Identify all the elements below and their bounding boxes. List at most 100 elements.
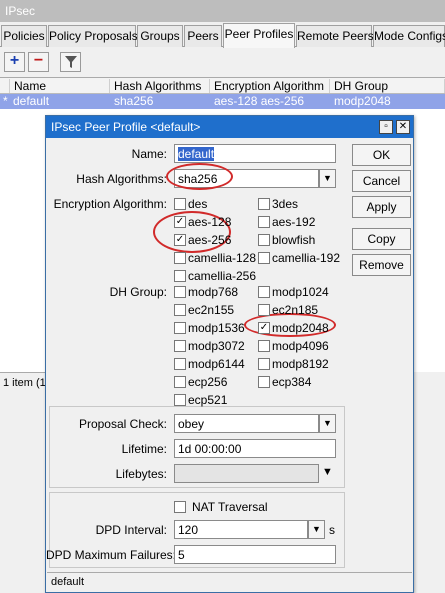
dh-group-option-label: modp768: [188, 285, 239, 299]
dpd-interval-field[interactable]: 120: [174, 520, 308, 539]
add-button[interactable]: +: [4, 52, 25, 72]
toolbar: + −: [0, 48, 445, 76]
dh-group-option-checkbox[interactable]: [174, 376, 186, 388]
dh-group-option-label: modp1536: [188, 321, 245, 335]
hash-label: Hash Algorithms:: [76, 172, 167, 186]
lifetime-label: Lifetime:: [121, 442, 167, 456]
dh-group-option-checkbox[interactable]: [258, 376, 270, 388]
encryption-option-label: des: [188, 197, 208, 211]
dpd-max-field[interactable]: 5: [174, 545, 336, 564]
tab-peer-profiles[interactable]: Peer Profiles: [223, 23, 295, 48]
dpd-interval-dropdown-button[interactable]: ▼: [308, 520, 325, 539]
encryption-option-checkbox[interactable]: [174, 198, 186, 210]
lifebytes-field[interactable]: [174, 464, 319, 483]
dh-group-option-checkbox[interactable]: [258, 358, 270, 370]
dh-group-option-label: modp3072: [188, 339, 245, 353]
proposal-check-label: Proposal Check:: [78, 417, 167, 431]
cell-hash: sha256: [114, 94, 154, 108]
encryption-option-checkbox[interactable]: [258, 198, 270, 210]
dh-group-option-label: modp6144: [188, 357, 245, 371]
dh-group-option-checkbox[interactable]: ✓: [258, 322, 270, 334]
dh-group-option-checkbox[interactable]: [174, 286, 186, 298]
chevron-down-icon: ▼: [323, 173, 332, 183]
lifetime-field[interactable]: 1d 00:00:00: [174, 439, 336, 458]
dh-group-option-label: modp1024: [272, 285, 329, 299]
proposal-dropdown-button[interactable]: ▼: [319, 414, 336, 433]
remove-button[interactable]: −: [28, 52, 49, 72]
hash-algorithms-field[interactable]: sha256: [174, 169, 319, 188]
header-marker: [0, 79, 10, 93]
copy-button[interactable]: Copy: [352, 228, 411, 250]
encryption-option-checkbox[interactable]: ✓: [174, 216, 186, 228]
encryption-option-label: 3des: [272, 197, 299, 211]
tab-remote-peers[interactable]: Remote Peers: [296, 25, 374, 47]
encryption-option-checkbox[interactable]: [258, 234, 270, 246]
dh-group-option-checkbox[interactable]: [258, 304, 270, 316]
nat-traversal-checkbox[interactable]: [174, 501, 186, 513]
encryption-option-checkbox[interactable]: ✓: [174, 234, 186, 246]
dh-group-option-label: ec2n155: [188, 303, 235, 317]
header-hash[interactable]: Hash Algorithms: [110, 79, 210, 93]
chevron-down-icon: ▼: [323, 418, 332, 428]
filter-icon: [64, 56, 77, 68]
header-dh-group[interactable]: DH Group: [330, 79, 445, 93]
cell-encryption: aes-128 aes-256: [214, 94, 305, 108]
dialog-title-bar: IPsec Peer Profile <default> ▫ ✕: [46, 116, 413, 138]
dh-group-option-checkbox[interactable]: [174, 358, 186, 370]
encryption-option-checkbox[interactable]: [258, 216, 270, 228]
dh-group-option-label: ecp384: [272, 375, 312, 389]
tab-policy-proposals[interactable]: Policy Proposals: [48, 25, 138, 47]
chevron-down-icon: ▼: [312, 524, 321, 534]
encryption-option-checkbox[interactable]: [258, 252, 270, 264]
window-title: IPsec: [0, 0, 445, 22]
dh-group-option-label: ec2n185: [272, 303, 319, 317]
apply-button[interactable]: Apply: [352, 196, 411, 218]
dh-group-option-checkbox[interactable]: [174, 340, 186, 352]
filter-button[interactable]: [60, 52, 81, 72]
remove-button[interactable]: Remove: [352, 254, 411, 276]
encryption-option-checkbox[interactable]: [174, 252, 186, 264]
dialog-status-bar: default: [47, 572, 412, 592]
encryption-option-label: aes-128: [188, 215, 232, 229]
dh-group-label: DH Group:: [109, 285, 167, 299]
close-icon[interactable]: ✕: [396, 120, 410, 134]
dh-group-option-checkbox[interactable]: [258, 286, 270, 298]
dh-group-option-checkbox[interactable]: [174, 394, 186, 406]
encryption-option-label: aes-256: [188, 233, 232, 247]
tab-mode-configs[interactable]: Mode Configs: [373, 25, 445, 47]
ok-button[interactable]: OK: [352, 144, 411, 166]
dh-group-option-label: ecp256: [188, 375, 228, 389]
lifebytes-dropdown-icon[interactable]: ▼: [322, 466, 333, 478]
peer-profile-dialog: IPsec Peer Profile <default> ▫ ✕ Name: d…: [45, 115, 414, 593]
name-field[interactable]: default: [174, 144, 336, 163]
checkmark-icon: ✓: [175, 234, 185, 245]
encryption-option-label: camellia-256: [188, 269, 257, 283]
tab-policies[interactable]: Policies: [1, 25, 47, 47]
dh-group-option-checkbox[interactable]: [174, 304, 186, 316]
maximize-icon[interactable]: ▫: [379, 120, 393, 134]
tab-peers[interactable]: Peers: [184, 25, 222, 47]
cancel-button[interactable]: Cancel: [352, 170, 411, 192]
cell-dh-group: modp2048: [334, 94, 391, 108]
lifebytes-label: Lifebytes:: [115, 467, 167, 481]
checkmark-icon: ✓: [175, 216, 185, 227]
table-header: Name Hash Algorithms Encryption Algorith…: [0, 78, 445, 94]
encryption-option-label: camellia-128: [188, 251, 257, 265]
header-encryption[interactable]: Encryption Algorithm: [210, 79, 330, 93]
table-row[interactable]: * default sha256 aes-128 aes-256 modp204…: [0, 94, 445, 109]
dh-group-option-label: modp8192: [272, 357, 329, 371]
name-label: Name:: [131, 147, 167, 161]
cell-name: default: [13, 94, 50, 108]
header-name[interactable]: Name: [10, 79, 110, 93]
checkmark-icon: ✓: [259, 322, 269, 333]
encryption-label: Encryption Algorithm:: [53, 197, 167, 211]
dh-group-option-label: ecp521: [188, 393, 228, 407]
encryption-option-label: aes-192: [272, 215, 316, 229]
proposal-check-field[interactable]: obey: [174, 414, 319, 433]
encryption-option-checkbox[interactable]: [174, 270, 186, 282]
hash-dropdown-button[interactable]: ▼: [319, 169, 336, 188]
tab-bar: Policies Policy Proposals Groups Peers P…: [0, 23, 445, 48]
tab-groups[interactable]: Groups: [137, 25, 183, 47]
dh-group-option-checkbox[interactable]: [174, 322, 186, 334]
dh-group-option-checkbox[interactable]: [258, 340, 270, 352]
